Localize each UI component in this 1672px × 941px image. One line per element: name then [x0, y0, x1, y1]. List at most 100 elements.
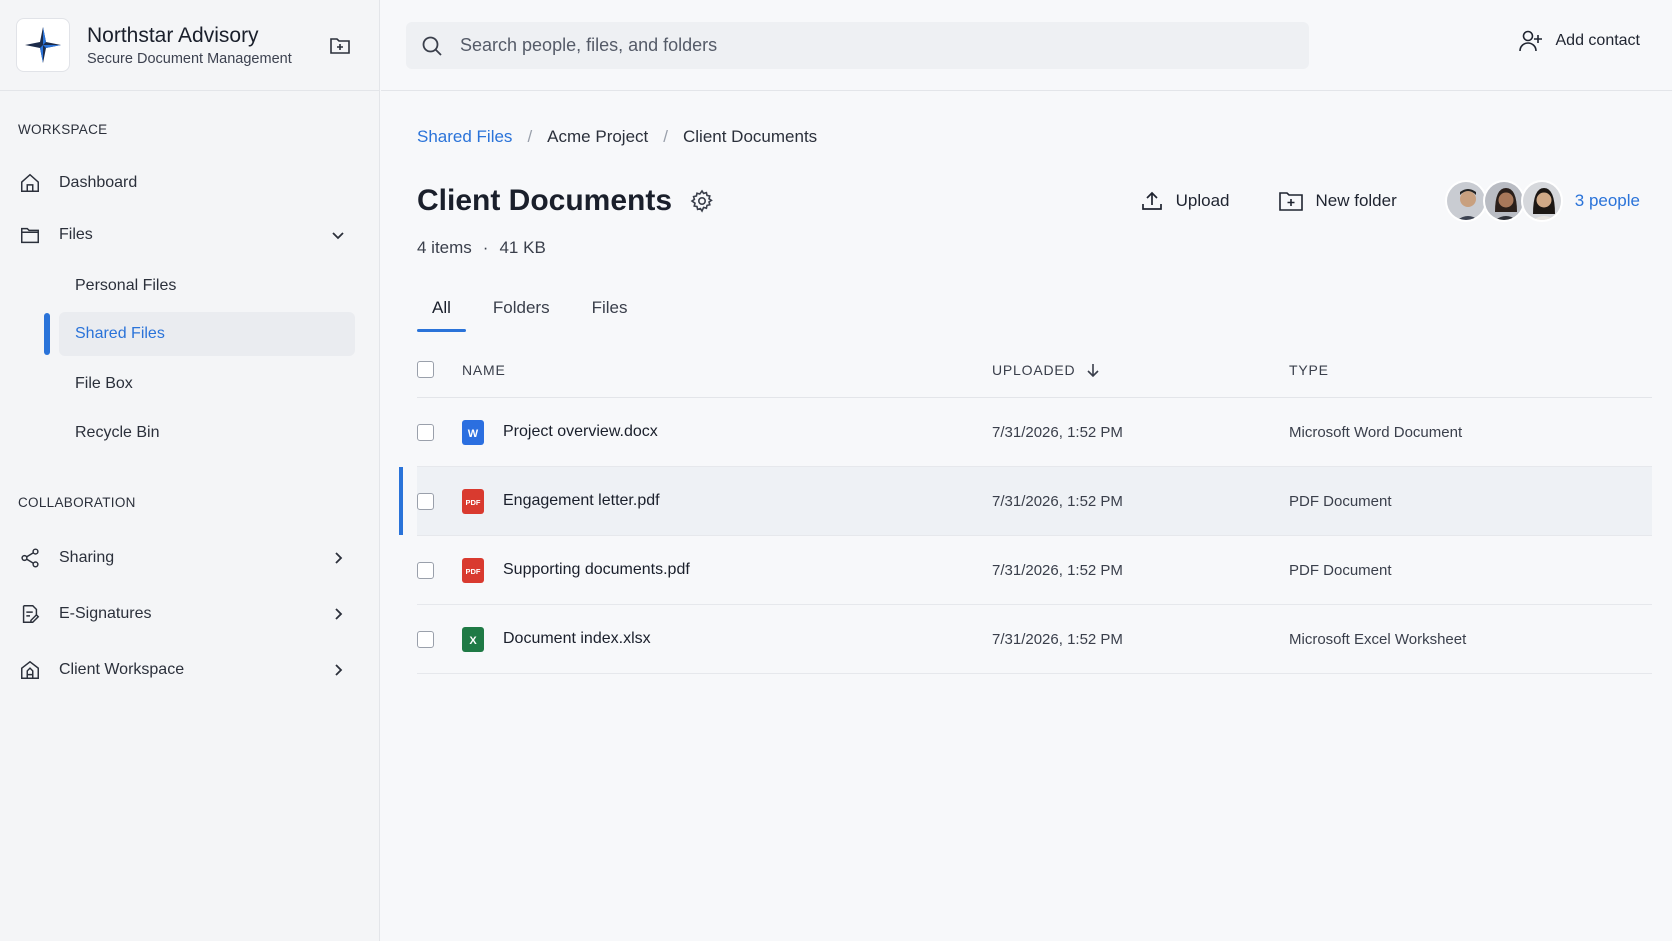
search-input[interactable] — [460, 35, 1280, 56]
file-table: NAME UPLOADED TYPE W Project overview.do… — [399, 342, 1652, 674]
pdf-file-icon: PDF — [462, 488, 484, 514]
new-item-icon[interactable] — [325, 30, 355, 60]
chevron-right-icon — [327, 547, 349, 569]
client-building-icon — [17, 657, 43, 683]
file-name[interactable]: Project overview.docx — [503, 423, 658, 441]
sidebar-item-sharing[interactable]: Sharing — [17, 538, 355, 578]
add-contact-button[interactable]: Add contact — [1518, 28, 1641, 54]
file-name[interactable]: Supporting documents.pdf — [503, 561, 690, 579]
add-contact-label: Add contact — [1555, 32, 1641, 49]
select-all-checkbox[interactable] — [417, 361, 434, 378]
uploaded-column-header[interactable]: UPLOADED — [992, 362, 1101, 378]
brand-subtitle: Secure Document Management — [87, 51, 292, 67]
people-link[interactable]: 3 people — [1575, 191, 1640, 211]
sidebar: Northstar Advisory Secure Document Manag… — [0, 0, 380, 941]
sidebar-item-label: Dashboard — [59, 174, 138, 191]
chevron-right-icon — [327, 603, 349, 625]
svg-text:PDF: PDF — [466, 567, 481, 576]
sidebar-item-client-workspace[interactable]: Client Workspace — [17, 650, 355, 690]
file-type: PDF Document — [1289, 561, 1392, 579]
sidebar-item-label: Files — [59, 226, 93, 243]
sidebar-item-shared-files[interactable]: Shared Files — [59, 312, 355, 356]
pdf-file-icon: PDF — [462, 557, 484, 583]
uploaded-date: 7/31/2026, 1:52 PM — [992, 423, 1123, 441]
uploaded-date: 7/31/2026, 1:52 PM — [992, 561, 1123, 579]
breadcrumb-client-documents: Client Documents — [683, 127, 818, 146]
sidebar-item-label: Sharing — [59, 549, 115, 566]
meta-separator: · — [482, 238, 489, 257]
folder-icon — [17, 222, 43, 248]
folder-actions: Upload New folder 3 people — [1140, 180, 1640, 222]
brand-name: Northstar Advisory — [87, 24, 259, 47]
upload-button[interactable]: Upload — [1140, 189, 1230, 213]
sidebar-item-label: Client Workspace — [59, 661, 185, 678]
gear-icon[interactable] — [690, 189, 714, 213]
sidebar-item-dashboard[interactable]: Dashboard — [17, 163, 355, 203]
northstar-logo-icon[interactable] — [16, 18, 70, 72]
chevron-down-icon[interactable] — [327, 224, 349, 246]
filter-tabs: All Folders Files — [417, 284, 655, 332]
chevron-right-icon — [327, 659, 349, 681]
uploaded-header-label: UPLOADED — [992, 361, 1076, 378]
folder-size: 41 KB — [499, 238, 546, 257]
breadcrumb: Shared Files / Acme Project / Client Doc… — [417, 127, 817, 147]
avatar — [1444, 180, 1487, 222]
sidebar-item-file-box[interactable]: File Box — [59, 362, 355, 406]
table-row[interactable]: W Project overview.docx 7/31/2026, 1:52 … — [417, 398, 1652, 467]
row-checkbox[interactable] — [417, 561, 434, 579]
breadcrumb-separator: / — [663, 127, 668, 146]
file-name[interactable]: Document index.xlsx — [503, 630, 651, 648]
home-icon — [17, 170, 43, 196]
upload-icon — [1140, 189, 1164, 213]
collaboration-section-label: COLLABORATION — [18, 495, 136, 510]
uploaded-date: 7/31/2026, 1:52 PM — [992, 492, 1123, 510]
signature-icon — [17, 601, 43, 627]
row-checkbox[interactable] — [417, 423, 434, 441]
avatar — [1482, 180, 1525, 222]
tab-folders[interactable]: Folders — [478, 284, 565, 332]
avatar — [1520, 180, 1563, 222]
main-content: Shared Files / Acme Project / Client Doc… — [381, 92, 1672, 941]
top-bar: Add contact — [381, 0, 1672, 91]
page-title: Client Documents — [417, 184, 673, 217]
new-folder-button[interactable]: New folder — [1278, 189, 1397, 213]
breadcrumb-acme-project[interactable]: Acme Project — [547, 127, 648, 147]
table-row[interactable]: PDF Supporting documents.pdf 7/31/2026, … — [417, 536, 1652, 605]
new-folder-icon — [1278, 189, 1304, 213]
file-name[interactable]: Engagement letter.pdf — [503, 492, 660, 510]
add-person-icon — [1518, 28, 1544, 54]
name-column-header[interactable]: NAME — [462, 362, 992, 378]
breadcrumb-shared-files[interactable]: Shared Files — [417, 127, 512, 147]
sidebar-item-recycle-bin[interactable]: Recycle Bin — [59, 411, 355, 455]
sidebar-item-e-signatures[interactable]: E-Signatures — [17, 594, 355, 634]
row-checkbox[interactable] — [417, 492, 434, 510]
upload-label: Upload — [1175, 191, 1230, 210]
share-icon — [17, 545, 43, 571]
file-type: Microsoft Word Document — [1289, 423, 1463, 441]
svg-text:X: X — [469, 635, 477, 647]
file-type: PDF Document — [1289, 492, 1392, 510]
word-file-icon: W — [462, 419, 484, 445]
collaborator-avatars[interactable] — [1444, 180, 1563, 222]
svg-text:W: W — [468, 428, 479, 440]
tab-files[interactable]: Files — [577, 284, 643, 332]
search-icon — [420, 34, 444, 58]
uploaded-date: 7/31/2026, 1:52 PM — [992, 630, 1123, 648]
table-row[interactable]: PDF Engagement letter.pdf 7/31/2026, 1:5… — [399, 467, 1652, 536]
file-type: Microsoft Excel Worksheet — [1289, 630, 1467, 648]
type-column-header[interactable]: TYPE — [1289, 362, 1652, 378]
tab-all[interactable]: All — [417, 284, 466, 332]
item-count: 4 items — [417, 238, 472, 257]
sidebar-item-personal-files[interactable]: Personal Files — [59, 264, 355, 308]
folder-meta: 4 items · 41 KB — [417, 238, 546, 258]
search-box[interactable] — [406, 22, 1309, 69]
workspace-section-label: WORKSPACE — [18, 122, 108, 137]
table-row[interactable]: X Document index.xlsx 7/31/2026, 1:52 PM… — [417, 605, 1652, 674]
sidebar-item-files[interactable]: Files — [17, 215, 355, 255]
svg-text:PDF: PDF — [466, 498, 481, 507]
title-row: Client Documents — [417, 184, 714, 218]
sidebar-item-label: E-Signatures — [59, 605, 152, 622]
sort-down-icon — [1087, 363, 1099, 377]
new-folder-label: New folder — [1315, 191, 1397, 210]
row-checkbox[interactable] — [417, 630, 434, 648]
